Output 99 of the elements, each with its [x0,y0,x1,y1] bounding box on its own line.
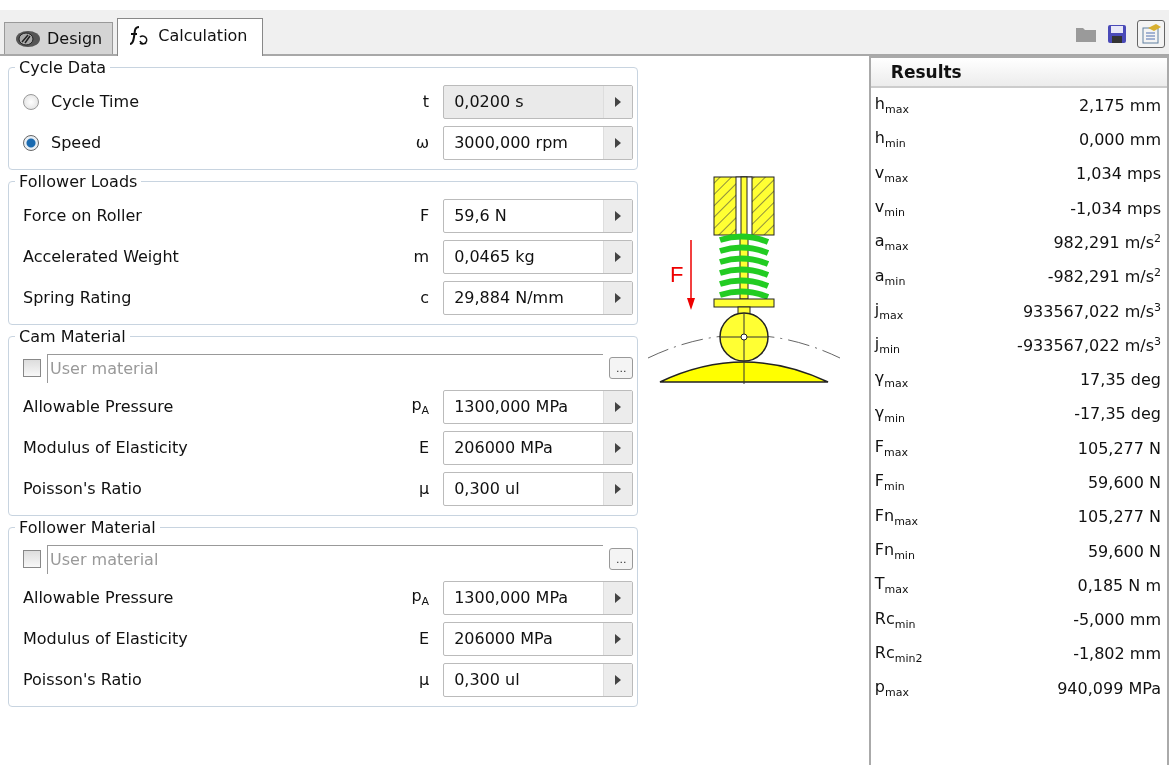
result-value: -982,291 m/s$^{2}$ [1047,266,1161,287]
result-name: j$_{max}$ [874,299,904,322]
group-title: Follower Material [18,518,157,537]
caret-icon [615,292,622,303]
field-label: Poisson's Ratio [23,479,142,498]
field-label: Modulus of Elasticity [23,629,188,648]
result-name: F$_{max}$ [874,437,908,460]
caret-icon [615,442,622,453]
guide-block-drawing [713,176,775,236]
field-label: Allowable Pressure [23,588,174,607]
eye-icon [15,29,41,48]
field-label: Modulus of Elasticity [23,438,188,457]
result-value: -17,35 deg [1074,404,1161,424]
value-field[interactable]: 1300,000 MPa [443,389,634,424]
symbol-label: p$_{A}$ [411,395,430,418]
result-value: 933567,022 m/s$^{3}$ [1022,300,1161,322]
caret-icon [615,96,622,107]
result-name: Fn$_{max}$ [874,505,919,528]
symbol-label: µ [418,479,430,498]
result-name: a$_{max}$ [874,231,909,254]
result-value: 982,291 m/s$^{2}$ [1053,232,1161,253]
result-value: -1,034 mps [1070,198,1161,218]
result-value: 59,600 N [1087,472,1161,492]
result-name: p$_{max}$ [874,677,909,700]
result-value: 17,35 deg [1079,370,1161,389]
symbol-label: m [413,247,430,266]
caret-icon [615,210,622,221]
field-label: Force on Roller [23,206,142,225]
force-arrow [687,239,696,310]
value-field[interactable]: 3000,000 rpm [443,125,634,160]
checkbox[interactable] [23,359,41,377]
field-label: Spring Rating [23,288,132,307]
caret-icon [615,483,622,494]
result-value: 940,099 MPa [1057,678,1161,698]
result-name: γ$_{max}$ [874,368,909,391]
result-name: h$_{min}$ [874,128,906,151]
result-value: 0,185 N m [1077,575,1161,595]
symbol-label: E [419,629,430,648]
folder-icon[interactable] [1075,25,1097,43]
checkbox[interactable] [23,550,41,568]
tab[interactable]: Design [4,22,114,54]
browse-button[interactable]: ... [609,357,634,379]
result-name: v$_{max}$ [874,162,909,185]
field-label: Accelerated Weight [23,247,179,266]
spring-plate [713,298,775,308]
result-value: -1,802 mm [1073,644,1161,664]
result-name: Rc$_{min}$ [874,608,916,631]
result-value: 105,277 N [1077,438,1161,458]
field-label: Poisson's Ratio [23,670,142,689]
caret-icon [615,251,622,262]
symbol-label: t [422,92,430,111]
result-value: -5,000 mm [1073,610,1161,630]
caret-icon [615,137,622,148]
value-field[interactable]: 29,884 N/mm [443,280,634,315]
group-title: Cycle Data [18,58,107,77]
result-name: j$_{min}$ [874,334,900,357]
value-field[interactable]: 0,300 ul [443,662,634,697]
document-icon [1140,23,1162,45]
symbol-label: E [419,438,430,457]
field-label: Allowable Pressure [23,397,174,416]
result-value: 105,277 N [1077,507,1161,527]
field-label: Speed [51,133,102,152]
force-label: F [670,262,684,287]
symbol-label: ω [415,133,430,152]
result-value: 2,175 mm [1078,95,1161,115]
caret-icon [615,633,622,644]
value-field[interactable]: 1300,000 MPa [443,580,634,615]
caret-icon [615,592,622,603]
symbol-label: c [420,288,430,307]
save-icon[interactable] [1107,24,1127,44]
symbol-label: p$_{A}$ [411,586,430,609]
tab[interactable]: Calculation [117,18,263,56]
result-name: h$_{max}$ [874,94,909,117]
result-value: -933567,022 m/s$^{3}$ [1017,335,1161,356]
field-label: Cycle Time [51,92,139,111]
caret-icon [615,674,622,685]
group-title: Cam Material [18,327,127,346]
result-name: γ$_{min}$ [874,402,905,425]
value-field[interactable]: 206000 MPa [443,621,634,656]
result-name: v$_{min}$ [874,196,905,220]
value-field[interactable]: 0,300 ul [443,471,634,506]
symbol-label: F [419,206,430,225]
properties-button[interactable] [1137,20,1165,48]
result-value: 0,000 mm [1078,129,1161,149]
caret-icon [615,401,622,412]
result-name: F$_{min}$ [874,471,905,494]
result-value: 59,600 N [1087,541,1161,561]
value-field[interactable]: 59,6 N [443,198,634,233]
result-value: 1,034 mps [1076,164,1161,184]
result-name: Rc$_{min2}$ [874,642,923,665]
radio-button[interactable] [23,134,39,151]
value-field[interactable]: 0,0465 kg [443,239,634,274]
value-field[interactable]: 206000 MPa [443,430,634,465]
group-title: Follower Loads [18,172,139,191]
browse-button[interactable]: ... [609,548,634,570]
result-name: a$_{min}$ [874,265,906,288]
result-name: T$_{max}$ [874,574,909,597]
result-name: Fn$_{min}$ [874,539,915,563]
symbol-label: µ [418,670,430,689]
